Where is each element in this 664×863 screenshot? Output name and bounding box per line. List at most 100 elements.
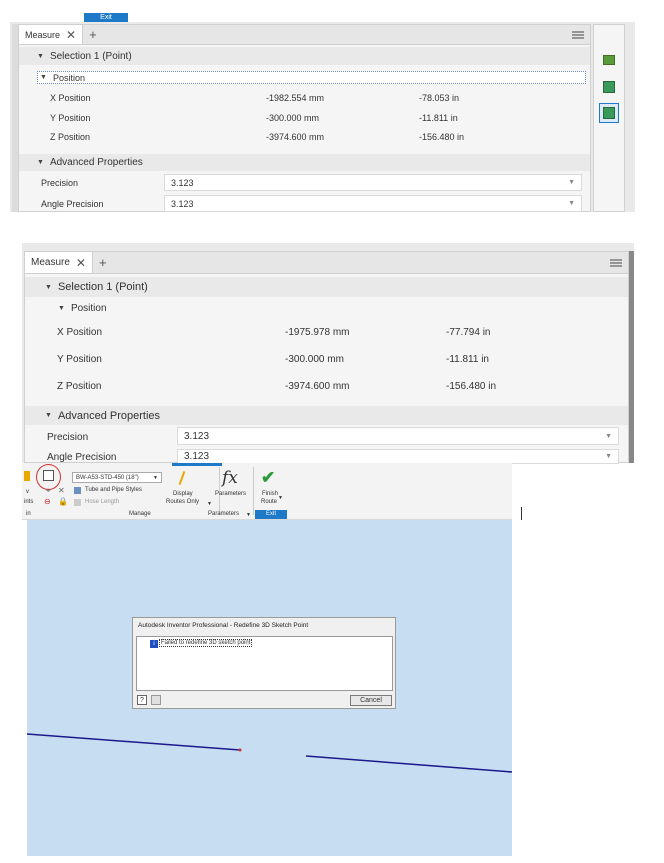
row-label: Y Position <box>57 353 102 365</box>
manage-group-label: Manage <box>129 511 151 517</box>
row-value-mm: -3974.600 mm <box>266 132 325 142</box>
style-select[interactable]: BW-A53-STD-450 (18") ▼ <box>72 472 162 483</box>
display-routes-label: Display <box>173 491 193 497</box>
display-routes-only-button[interactable]: Routes Only <box>166 499 199 505</box>
angle-precision-value: 3.123 <box>184 451 210 462</box>
collapse-icon: ▼ <box>45 283 52 291</box>
collapse-icon: ▼ <box>37 159 44 166</box>
row-label: X Position <box>57 326 103 338</box>
row-value-mm: -1982.554 mm <box>266 93 325 103</box>
tab-label: Measure <box>31 257 70 268</box>
row-label: Y Position <box>50 113 91 123</box>
precision-value: 3.123 <box>184 430 210 442</box>
menu-icon[interactable] <box>572 29 584 40</box>
message-list: i Failed to redefine 3D sketch point <box>136 636 393 691</box>
chevron-down-icon[interactable]: ▼ <box>278 495 283 501</box>
row-value-mm: -3974.600 mm <box>285 380 350 392</box>
divider <box>253 467 254 515</box>
chevron-down-icon[interactable]: ▼ <box>246 512 251 518</box>
precision-value: 3.123 <box>171 177 194 188</box>
chevron-down-icon: ▼ <box>605 453 612 460</box>
route-stroke <box>178 471 186 485</box>
tube-pipe-icon <box>74 487 81 494</box>
help-icon[interactable]: ? <box>137 695 147 705</box>
chevron-down-icon[interactable]: ▼ <box>207 501 212 507</box>
measure-panel-mid: Measure ✕ + ▼ Selection 1 (Point) ▼ Posi… <box>24 251 629 464</box>
sketch-point[interactable] <box>238 748 242 752</box>
row-value-mm: -1975.978 mm <box>285 326 350 338</box>
measure-icon[interactable] <box>603 55 615 65</box>
precision-label: Precision <box>47 431 89 443</box>
precision-select[interactable]: 3.123 ▼ <box>177 427 619 445</box>
style-select-value: BW-A53-STD-450 (18") <box>76 475 139 481</box>
precision-select[interactable]: 3.123 ▼ <box>164 174 582 191</box>
exit-group-label: Exit <box>255 510 287 519</box>
row-value-mm: -300.000 mm <box>285 353 344 365</box>
error-message[interactable]: Failed to redefine 3D sketch point <box>159 639 253 647</box>
line-tool-icon[interactable]: ⌖ <box>46 486 51 496</box>
exit-tab[interactable]: Exit <box>84 13 128 22</box>
component-icon[interactable] <box>603 81 615 93</box>
hose-icon <box>74 499 81 506</box>
row-value-in: -156.480 in <box>446 380 497 392</box>
sketch-line-left <box>27 733 241 751</box>
angle-precision-select[interactable]: 3.123 ▼ <box>177 449 619 464</box>
display-routes-icon[interactable] <box>174 471 190 487</box>
constraint-icon[interactable]: ⊖ <box>44 497 51 506</box>
selection-header[interactable]: ▼ Selection 1 (Point) <box>25 277 628 297</box>
selection-header[interactable]: ▼ Selection 1 (Point) <box>19 47 590 65</box>
position-label: Position <box>70 302 107 314</box>
scrollbar[interactable] <box>629 251 634 463</box>
table-row: X Position -1982.554 mm -78.053 in <box>19 91 590 105</box>
dialog-title: Autodesk Inventor Professional - Redefin… <box>138 622 309 629</box>
row-value-in: -11.811 in <box>446 353 489 365</box>
copy-icon[interactable] <box>151 695 161 705</box>
x-tool-icon[interactable]: ✕ <box>58 486 65 495</box>
menu-icon[interactable] <box>610 257 622 268</box>
close-icon[interactable]: ✕ <box>66 28 76 42</box>
angle-precision-label: Angle Precision <box>47 451 117 463</box>
lock-icon[interactable]: 🔒 <box>58 497 68 506</box>
fx-icon[interactable]: fx <box>222 468 238 488</box>
row-value-mm: -300.000 mm <box>266 113 320 123</box>
table-row: Y Position -300.000 mm -11.811 in <box>19 111 590 125</box>
add-tab-icon[interactable]: + <box>89 27 97 42</box>
row-label: X Position <box>50 93 91 103</box>
advanced-label: Advanced Properties <box>49 157 143 168</box>
selection-label: Selection 1 (Point) <box>57 281 148 293</box>
text-cursor <box>521 507 522 520</box>
tube-pipe-styles-button[interactable]: Tube and Pipe Styles <box>85 487 142 493</box>
tab-measure[interactable]: Measure ✕ <box>25 252 93 273</box>
finish-route-button[interactable]: Route <box>261 499 277 505</box>
close-icon[interactable]: ✕ <box>76 256 86 270</box>
tab-measure[interactable]: Measure ✕ <box>19 25 84 44</box>
advanced-header[interactable]: ▼ Advanced Properties <box>19 154 590 171</box>
left-group-label: in <box>26 511 31 517</box>
table-row: X Position -1975.978 mm -77.794 in <box>25 324 628 340</box>
panel-tabbar: Measure ✕ + <box>25 252 628 274</box>
position-header[interactable]: ▼ Position <box>37 71 586 84</box>
parameters-button[interactable]: Parameters <box>215 491 246 497</box>
error-icon: i <box>150 640 158 648</box>
collapse-icon: ▼ <box>45 412 52 419</box>
add-tab-icon[interactable]: + <box>99 255 107 270</box>
row-value-in: -156.480 in <box>419 132 465 142</box>
chevron-down-icon: ▼ <box>568 179 575 186</box>
position-header[interactable]: ▼ Position <box>25 300 628 316</box>
cancel-button[interactable]: Cancel <box>350 695 392 706</box>
angle-precision-value: 3.123 <box>171 198 194 209</box>
row-value-in: -78.053 in <box>419 93 460 103</box>
table-row: Z Position -3974.600 mm -156.480 in <box>25 378 628 394</box>
angle-precision-label: Angle Precision <box>41 199 104 209</box>
right-toolbar <box>593 24 625 212</box>
angle-precision-select[interactable]: 3.123 ▼ <box>164 195 582 212</box>
checkmark-icon[interactable]: ✔ <box>261 468 275 488</box>
sketch-line-right <box>305 755 512 773</box>
chevron-down-icon: ▼ <box>153 475 158 481</box>
hose-length-button[interactable]: Hose Length <box>85 499 119 505</box>
collapse-icon: ▼ <box>58 304 65 312</box>
selected-tool-button[interactable] <box>599 103 619 123</box>
route-icon[interactable] <box>24 471 30 481</box>
table-row: Z Position -3974.600 mm -156.480 in <box>19 130 590 144</box>
advanced-header[interactable]: ▼ Advanced Properties <box>25 406 628 425</box>
